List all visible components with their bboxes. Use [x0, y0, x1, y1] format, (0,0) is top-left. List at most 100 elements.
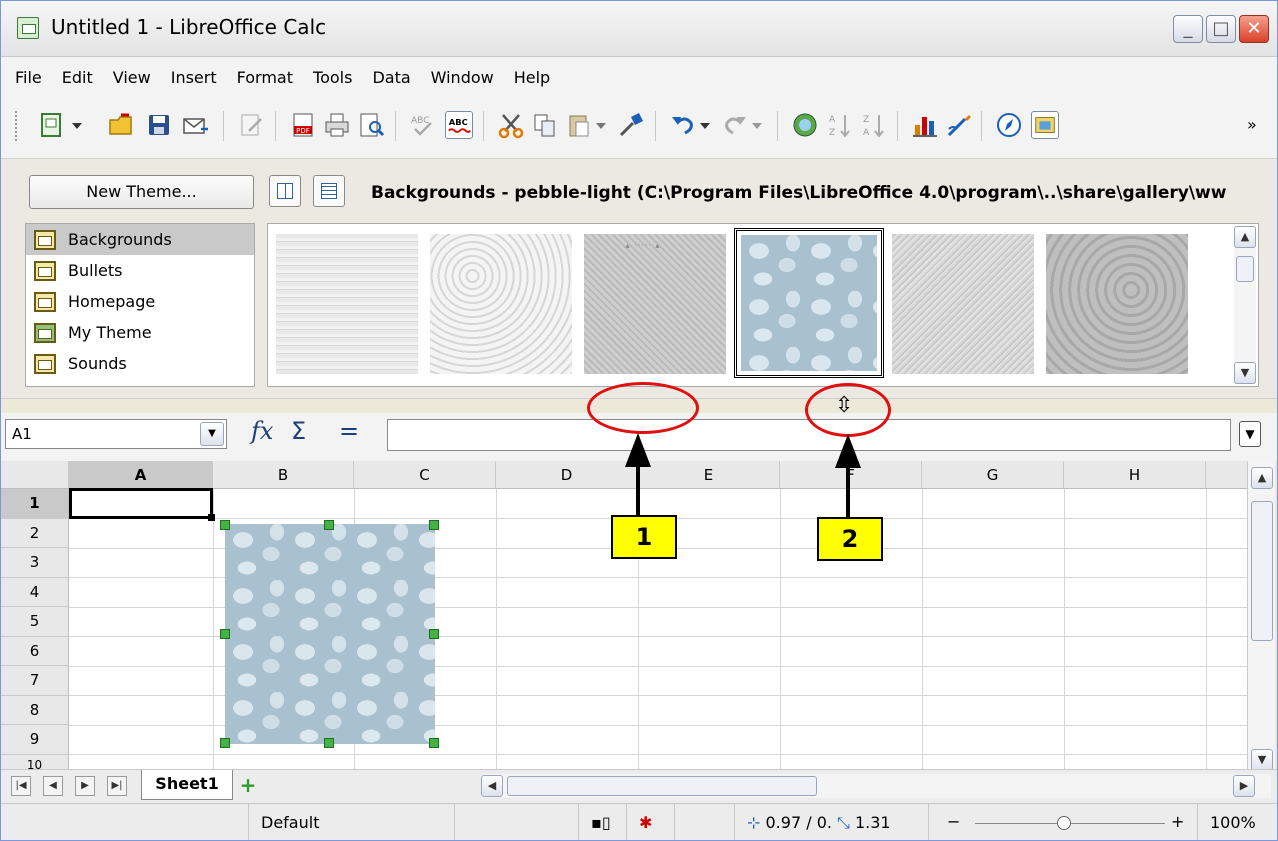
row-header-3[interactable]: 3	[1, 548, 69, 578]
new-doc-icon[interactable]	[37, 111, 65, 139]
row-header-10[interactable]: 10	[1, 754, 69, 769]
select-all-corner[interactable]	[1, 461, 69, 489]
toolbar-overflow-icon[interactable]: »	[1247, 115, 1257, 134]
scroll-down-icon[interactable]: ▼	[1234, 362, 1256, 384]
first-sheet-icon[interactable]: |◀	[11, 776, 31, 796]
inserted-pebble-image[interactable]	[225, 524, 435, 744]
selection-handle[interactable]	[220, 520, 230, 530]
previous-sheet-icon[interactable]: ◀	[43, 776, 63, 796]
print-icon[interactable]	[323, 111, 351, 139]
gallery-thumbnail[interactable]	[892, 234, 1034, 374]
name-box[interactable]: A1 ▼	[5, 419, 227, 449]
row-header-4[interactable]: 4	[1, 577, 69, 607]
column-header-c[interactable]: C	[354, 461, 496, 489]
gallery-thumbnail[interactable]	[276, 234, 418, 374]
email-icon[interactable]	[181, 111, 209, 139]
gallery-thumbnail[interactable]	[584, 234, 726, 374]
column-header-h[interactable]: H	[1064, 461, 1206, 489]
zoom-level[interactable]: 100%	[1197, 804, 1277, 840]
active-cell-a1[interactable]	[69, 488, 213, 519]
gallery-thumbnail[interactable]	[430, 234, 572, 374]
selection-handle[interactable]	[429, 520, 439, 530]
column-header-a[interactable]: A	[69, 461, 213, 489]
spreadsheet-grid[interactable]: A B C D E F G H 1 2 3 4 5 6 7 8 9 10	[1, 461, 1251, 769]
open-folder-icon[interactable]	[107, 111, 135, 139]
sort-descending-icon[interactable]: ZA	[861, 111, 889, 139]
menu-insert[interactable]: Insert	[171, 68, 217, 87]
paste-icon[interactable]	[565, 111, 593, 139]
undo-dropdown-icon[interactable]	[697, 111, 713, 139]
print-preview-icon[interactable]	[357, 111, 385, 139]
menu-file[interactable]: File	[15, 68, 42, 87]
paste-dropdown-icon[interactable]	[593, 111, 609, 139]
scroll-thumb[interactable]	[1236, 256, 1254, 282]
title-bar[interactable]: Untitled 1 - LibreOffice Calc _ □ ✕	[1, 1, 1277, 57]
spellcheck-icon[interactable]: ABC	[409, 111, 437, 139]
selection-handle[interactable]	[324, 520, 334, 530]
last-sheet-icon[interactable]: ▶|	[107, 776, 127, 796]
function-wizard-icon[interactable]: 𝑓x	[251, 417, 273, 445]
menu-help[interactable]: Help	[514, 68, 550, 87]
scroll-up-icon[interactable]: ▲	[1234, 226, 1256, 248]
selection-handle[interactable]	[220, 629, 230, 639]
autofill-handle[interactable]	[208, 514, 215, 521]
icon-view-button[interactable]	[269, 175, 301, 207]
undo-icon[interactable]	[669, 111, 697, 139]
row-header-8[interactable]: 8	[1, 695, 69, 725]
draw-functions-icon[interactable]	[945, 111, 973, 139]
edit-file-icon[interactable]	[237, 111, 265, 139]
selection-handle[interactable]	[429, 738, 439, 748]
document-modified-icon[interactable]: ✱	[627, 804, 675, 840]
grid-vertical-scrollbar[interactable]: ▲ ▼	[1247, 461, 1275, 773]
selection-handle[interactable]	[429, 629, 439, 639]
menu-format[interactable]: Format	[237, 68, 293, 87]
column-header-d[interactable]: D	[496, 461, 638, 489]
chevron-down-icon[interactable]: ▼	[200, 422, 224, 446]
gallery-scrollbar[interactable]: ▲ ▼	[1234, 226, 1256, 384]
theme-item-homepage[interactable]: Homepage	[26, 286, 254, 317]
cut-icon[interactable]	[497, 111, 525, 139]
scroll-thumb[interactable]	[1251, 501, 1273, 641]
theme-item-my-theme[interactable]: My Theme	[26, 317, 254, 348]
theme-item-sounds[interactable]: Sounds	[26, 348, 254, 379]
gallery-thumbnail-selected[interactable]	[734, 228, 884, 378]
redo-icon[interactable]	[721, 111, 749, 139]
menu-window[interactable]: Window	[431, 68, 494, 87]
sum-icon[interactable]: Σ	[291, 417, 306, 445]
row-header-9[interactable]: 9	[1, 725, 69, 755]
add-sheet-icon[interactable]: +	[233, 774, 263, 798]
grid-horizontal-scrollbar[interactable]: ◀ ▶	[481, 774, 1271, 798]
row-header-1[interactable]: 1	[1, 489, 69, 519]
new-theme-button[interactable]: New Theme...	[29, 175, 254, 209]
gallery-thumbnail[interactable]	[1046, 234, 1188, 374]
zoom-in-button[interactable]: +	[1171, 812, 1184, 831]
gallery-splitter-grip[interactable]: ▴ ····· ▴	[613, 241, 673, 250]
minimize-button[interactable]: _	[1173, 15, 1203, 43]
function-icon[interactable]: =	[339, 417, 359, 445]
auto-spellcheck-icon[interactable]: ABC	[445, 111, 473, 139]
menu-view[interactable]: View	[113, 68, 151, 87]
sheet-tab-sheet1[interactable]: Sheet1	[141, 770, 233, 800]
menu-edit[interactable]: Edit	[62, 68, 93, 87]
copy-icon[interactable]	[531, 111, 559, 139]
column-header-b[interactable]: B	[213, 461, 354, 489]
scroll-right-icon[interactable]: ▶	[1233, 775, 1255, 797]
selection-mode-icon[interactable]: ▪▯	[579, 804, 627, 840]
row-header-5[interactable]: 5	[1, 607, 69, 637]
column-header-e[interactable]: E	[638, 461, 780, 489]
page-style[interactable]: Default	[249, 804, 455, 840]
maximize-button[interactable]: □	[1206, 15, 1236, 43]
save-icon[interactable]	[145, 111, 173, 139]
formula-input[interactable]	[387, 419, 1231, 451]
selection-handle[interactable]	[220, 738, 230, 748]
scroll-left-icon[interactable]: ◀	[481, 775, 503, 797]
theme-item-bullets[interactable]: Bullets	[26, 255, 254, 286]
navigator-icon[interactable]	[995, 111, 1023, 139]
gallery-icon[interactable]	[1031, 111, 1059, 139]
row-header-2[interactable]: 2	[1, 518, 69, 548]
export-pdf-icon[interactable]: PDF	[289, 111, 317, 139]
menu-tools[interactable]: Tools	[313, 68, 352, 87]
zoom-slider-knob[interactable]	[1057, 816, 1071, 830]
toolbar-grip[interactable]	[15, 111, 19, 141]
column-header-g[interactable]: G	[922, 461, 1064, 489]
